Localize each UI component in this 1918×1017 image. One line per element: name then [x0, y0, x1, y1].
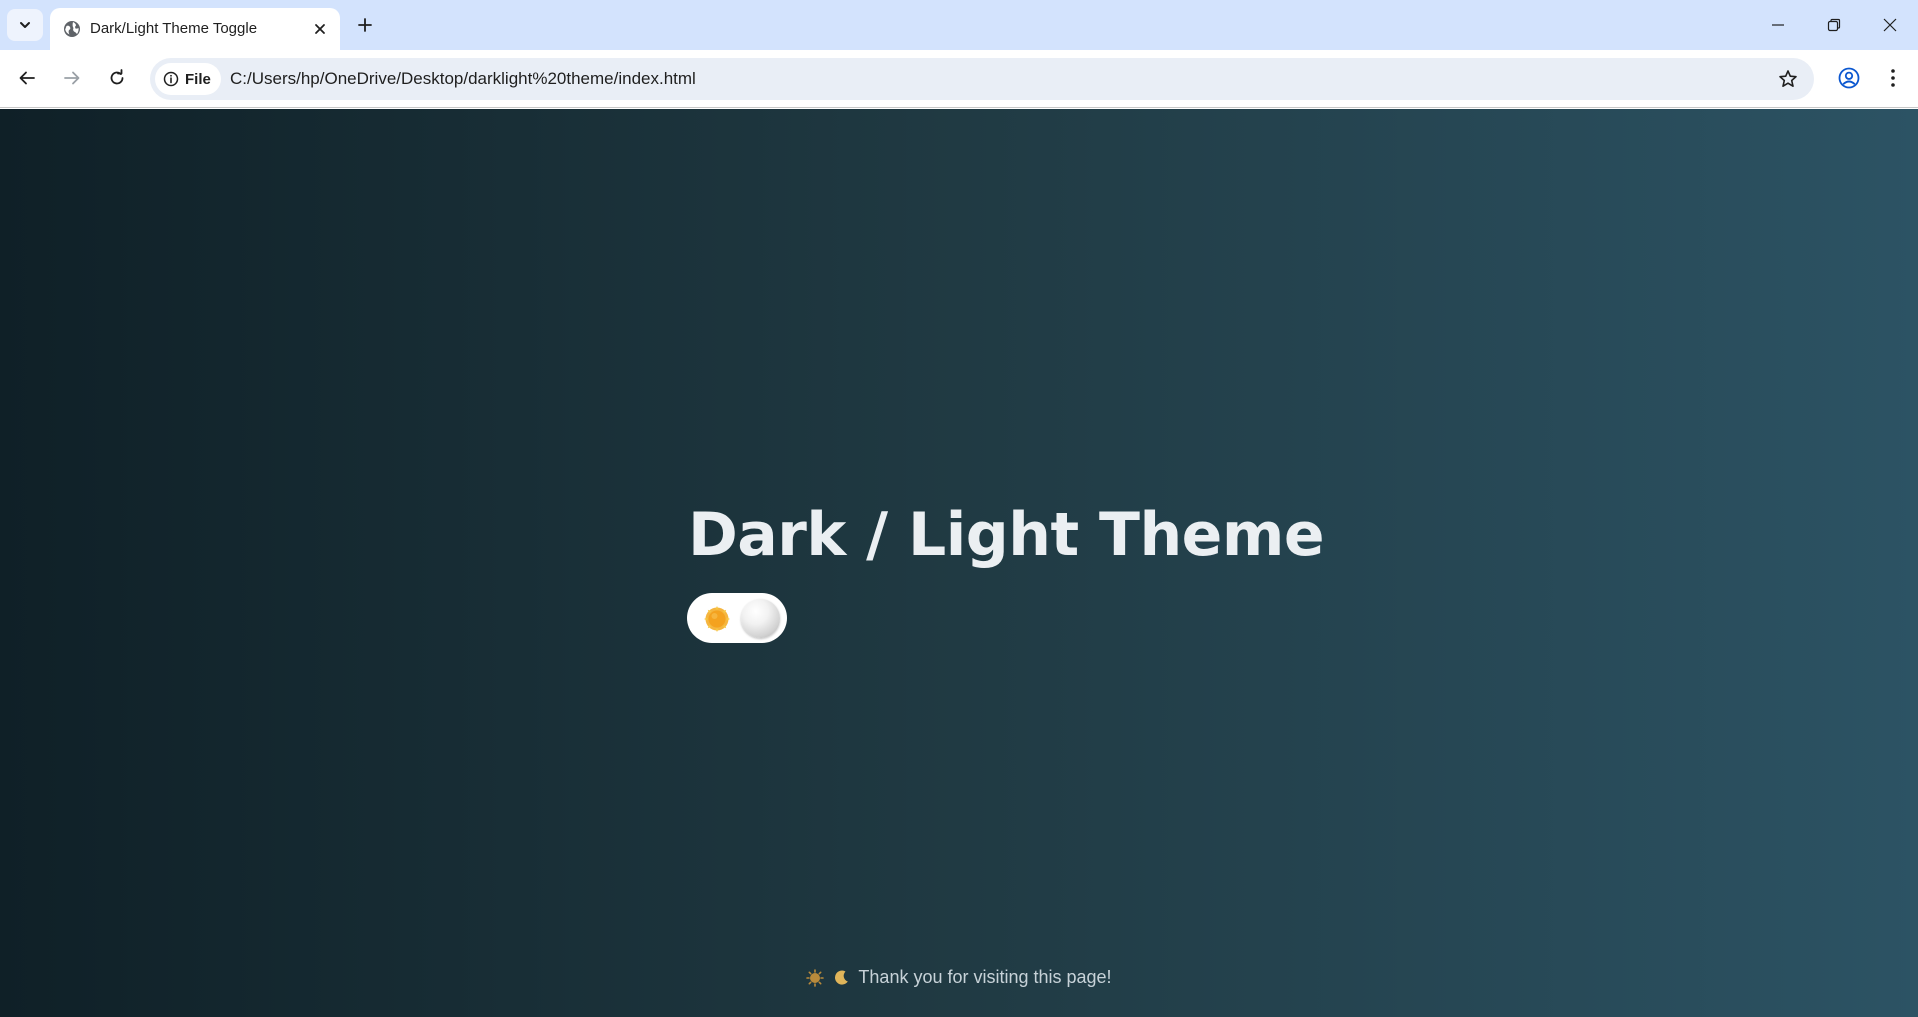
sun-icon: [704, 606, 730, 632]
star-icon: [1779, 70, 1797, 87]
site-info-label: File: [185, 70, 211, 88]
page-footer: Thank you for visiting this page!: [0, 963, 1918, 991]
restore-icon: [1827, 18, 1841, 32]
more-vert-icon: [1891, 69, 1895, 87]
tab-close-button[interactable]: [310, 19, 330, 39]
url-text[interactable]: C:/Users/hp/OneDrive/Desktop/darklight%2…: [230, 58, 696, 100]
minimize-button[interactable]: [1750, 0, 1806, 50]
close-icon: [315, 24, 325, 34]
page-viewport: Dark / Light Theme Thank you for visitin…: [0, 109, 1918, 1017]
reload-button[interactable]: [100, 61, 134, 95]
close-icon: [1883, 18, 1897, 32]
tab-strip: Dark/Light Theme Toggle: [0, 0, 1918, 50]
new-tab-button[interactable]: [350, 10, 380, 40]
page-title: Dark / Light Theme: [688, 500, 1325, 570]
back-button[interactable]: [10, 61, 44, 95]
browser-toolbar: File C:/Users/hp/OneDrive/Desktop/darkli…: [0, 50, 1918, 108]
plus-icon: [358, 18, 372, 32]
footer-icons: [806, 969, 850, 988]
info-icon: [163, 71, 179, 87]
active-tab[interactable]: Dark/Light Theme Toggle: [50, 8, 340, 50]
minimize-icon: [1772, 24, 1784, 26]
arrow-right-icon: [64, 71, 80, 85]
globe-icon: [64, 21, 80, 37]
moon-icon: [835, 970, 849, 985]
footer-text: Thank you for visiting this page!: [858, 967, 1112, 987]
tab-search-button[interactable]: [7, 9, 43, 41]
restore-button[interactable]: [1806, 0, 1862, 50]
toggle-knob[interactable]: [741, 599, 780, 638]
sun-icon: [806, 969, 825, 988]
theme-toggle-switch[interactable]: [687, 593, 787, 643]
chevron-down-icon: [20, 22, 30, 28]
tab-title: Dark/Light Theme Toggle: [90, 20, 258, 37]
account-icon: [1838, 67, 1860, 89]
bookmark-button[interactable]: [1772, 63, 1804, 95]
site-info-chip[interactable]: File: [155, 63, 221, 95]
arrow-left-icon: [19, 71, 35, 85]
profile-button[interactable]: [1832, 61, 1866, 95]
browser-menu-button[interactable]: [1876, 61, 1910, 95]
address-bar[interactable]: File C:/Users/hp/OneDrive/Desktop/darkli…: [150, 58, 1814, 100]
reload-icon: [110, 69, 124, 85]
forward-button[interactable]: [55, 61, 89, 95]
close-window-button[interactable]: [1862, 0, 1918, 50]
